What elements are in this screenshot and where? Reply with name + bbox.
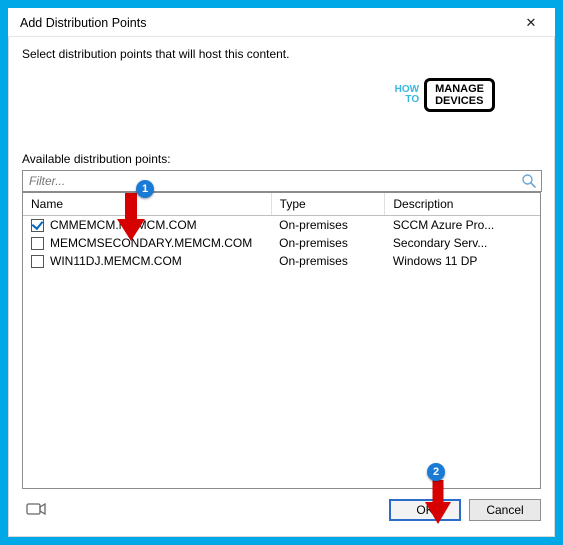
column-header-type[interactable]: Type xyxy=(271,193,385,216)
row-type: On-premises xyxy=(271,216,385,235)
available-points-label: Available distribution points: xyxy=(22,152,541,166)
row-description: Windows 11 DP xyxy=(385,252,540,270)
callout-badge-1: 1 xyxy=(136,180,154,198)
watermark-manage: MANAGE xyxy=(435,83,484,95)
row-description: Secondary Serv... xyxy=(385,234,540,252)
row-type: On-premises xyxy=(271,234,385,252)
row-checkbox[interactable] xyxy=(31,255,44,268)
table-row[interactable]: MEMCMSECONDARY.MEMCM.COM On-premisesSecon… xyxy=(23,234,540,252)
instruction-text: Select distribution points that will hos… xyxy=(22,47,541,61)
options-icon[interactable] xyxy=(22,501,46,520)
row-description: SCCM Azure Pro... xyxy=(385,216,540,235)
close-button[interactable]: ✕ xyxy=(517,14,545,32)
watermark-devices: DEVICES xyxy=(435,95,484,107)
titlebar: Add Distribution Points ✕ xyxy=(8,8,555,37)
row-name: MEMCMSECONDARY.MEMCM.COM xyxy=(50,236,252,250)
window-title: Add Distribution Points xyxy=(20,16,146,30)
callout-arrow-1 xyxy=(111,191,151,243)
dialog-window: Add Distribution Points ✕ Select distrib… xyxy=(8,8,555,537)
filter-input[interactable] xyxy=(22,170,542,192)
table-row[interactable]: CMMEMCM.MEMCM.COMOn-premisesSCCM Azure P… xyxy=(23,216,540,235)
watermark-to: TO xyxy=(395,95,419,105)
table-row[interactable]: WIN11DJ.MEMCM.COM On-premisesWindows 11 D… xyxy=(23,252,540,270)
column-header-description[interactable]: Description xyxy=(385,193,540,216)
row-type: On-premises xyxy=(271,252,385,270)
callout-badge-2: 2 xyxy=(427,463,445,481)
row-checkbox[interactable] xyxy=(31,219,44,232)
row-name: WIN11DJ.MEMCM.COM xyxy=(50,254,182,268)
dialog-footer: OK Cancel xyxy=(22,489,541,521)
distribution-points-table: Name Type Description CMMEMCM.MEMCM.COMO… xyxy=(22,192,541,489)
watermark: HOW TO MANAGE DEVICES xyxy=(395,78,495,112)
cancel-button[interactable]: Cancel xyxy=(469,499,541,521)
close-icon: ✕ xyxy=(526,15,537,31)
row-checkbox[interactable] xyxy=(31,237,44,250)
callout-arrow-2 xyxy=(421,478,455,526)
